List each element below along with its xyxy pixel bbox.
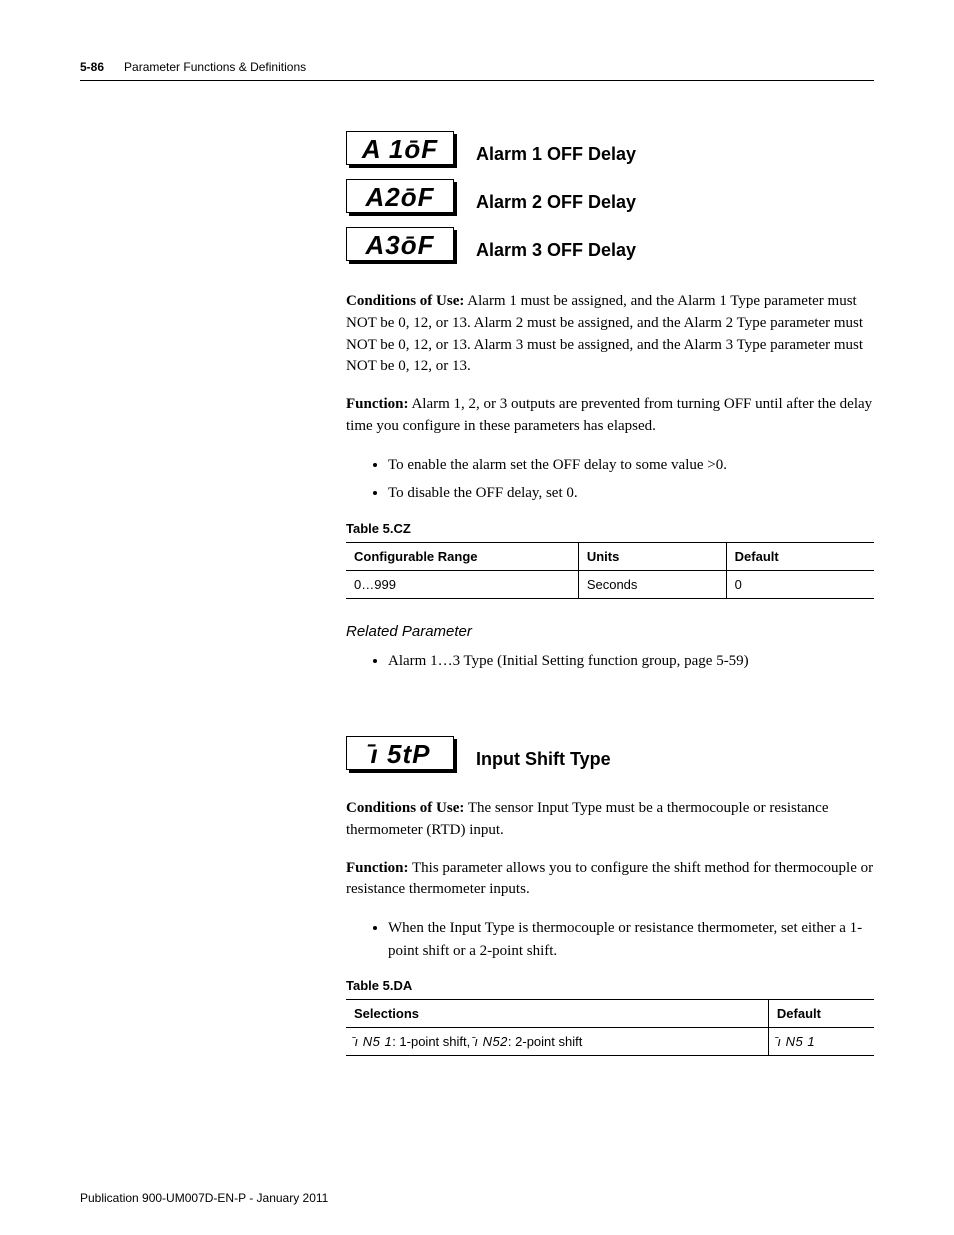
function-1: Function: Alarm 1, 2, or 3 outputs are p…	[346, 394, 874, 438]
lcd-row: A3ōF Alarm 3 OFF Delay	[346, 227, 874, 261]
table-caption-cz: Table 5.CZ	[346, 521, 874, 536]
lcd-label: Alarm 3 OFF Delay	[476, 240, 636, 261]
table-5da: Selections Default ̄ı N5 1: 1-point shif…	[346, 999, 874, 1056]
alarm-off-delay-headers: A 1ōF Alarm 1 OFF Delay A2ōF Alarm 2 O…	[346, 131, 874, 261]
th-default: Default	[768, 1000, 874, 1028]
th-units: Units	[578, 542, 726, 570]
lcd-code-a3of: A3ōF	[346, 227, 454, 261]
list-item: Alarm 1…3 Type (Initial Setting function…	[388, 650, 874, 673]
conditions-label: Conditions of Use:	[346, 293, 464, 309]
lcd-row: ̄ı 5tP Input Shift Type	[346, 736, 874, 770]
table-caption-da: Table 5.DA	[346, 978, 874, 993]
function-2: Function: This parameter allows you to c…	[346, 858, 874, 902]
lcd-code-a2of: A2ōF	[346, 179, 454, 213]
function-label: Function:	[346, 396, 409, 412]
list-item: To disable the OFF delay, set 0.	[388, 482, 874, 505]
function-label: Function:	[346, 860, 409, 876]
lcd-label: Alarm 1 OFF Delay	[476, 144, 636, 165]
conditions-of-use-2: Conditions of Use: The sensor Input Type…	[346, 798, 874, 842]
code-ins1: ̄ı N5 1	[354, 1034, 392, 1049]
text: : 2-point shift	[508, 1034, 582, 1049]
td-selections: ̄ı N5 1: 1-point shift, ̄ı N52: 2-point …	[346, 1028, 768, 1056]
function-text: This parameter allows you to configure t…	[346, 860, 873, 898]
section-title: Parameter Functions & Definitions	[124, 60, 306, 74]
th-default: Default	[726, 542, 874, 570]
code-ins2: ̄ı N52	[474, 1034, 508, 1049]
th-range: Configurable Range	[346, 542, 578, 570]
td-default: ̄ı N5 1	[768, 1028, 874, 1056]
list-item: When the Input Type is thermocouple or r…	[388, 917, 874, 962]
page-header: 5-86 Parameter Functions & Definitions	[80, 60, 874, 74]
bullet-list-1: To enable the alarm set the OFF delay to…	[346, 454, 874, 505]
th-selections: Selections	[346, 1000, 768, 1028]
text: : 1-point shift,	[392, 1034, 474, 1049]
bullet-list-2: When the Input Type is thermocouple or r…	[346, 917, 874, 962]
lcd-row: A 1ōF Alarm 1 OFF Delay	[346, 131, 874, 165]
lcd-code-istp: ̄ı 5tP	[346, 736, 454, 770]
lcd-code-a1of: A 1ōF	[346, 131, 454, 165]
function-text: Alarm 1, 2, or 3 outputs are prevented f…	[346, 396, 872, 434]
conditions-label: Conditions of Use:	[346, 800, 464, 816]
related-parameter-heading: Related Parameter	[346, 623, 874, 640]
lcd-label: Input Shift Type	[476, 749, 611, 770]
header-rule	[80, 80, 874, 81]
lcd-row: A2ōF Alarm 2 OFF Delay	[346, 179, 874, 213]
table-5cz: Configurable Range Units Default 0…999 S…	[346, 542, 874, 599]
td-default: 0	[726, 570, 874, 598]
list-item: To enable the alarm set the OFF delay to…	[388, 454, 874, 477]
page-number: 5-86	[80, 60, 104, 74]
publication-footer: Publication 900-UM007D-EN-P - January 20…	[80, 1191, 328, 1205]
related-list: Alarm 1…3 Type (Initial Setting function…	[346, 650, 874, 673]
code-default: ̄ı N5 1	[777, 1034, 815, 1049]
lcd-label: Alarm 2 OFF Delay	[476, 192, 636, 213]
td-units: Seconds	[578, 570, 726, 598]
td-range: 0…999	[346, 570, 578, 598]
conditions-of-use-1: Conditions of Use: Alarm 1 must be assig…	[346, 291, 874, 378]
